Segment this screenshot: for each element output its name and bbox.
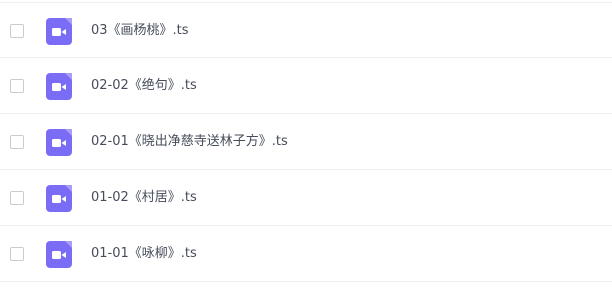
- video-file-icon[interactable]: [46, 129, 72, 156]
- file-name[interactable]: 03《画杨桃》.ts: [91, 21, 189, 41]
- file-row[interactable]: 01-01《咏柳》.ts: [0, 226, 612, 282]
- row-checkbox[interactable]: [10, 79, 24, 93]
- video-file-icon[interactable]: [46, 241, 72, 268]
- file-row[interactable]: 01-02《村居》.ts: [0, 170, 612, 226]
- file-row[interactable]: 03《画杨桃》.ts: [0, 2, 612, 58]
- file-row[interactable]: 02-02《绝句》.ts: [0, 58, 612, 114]
- video-file-icon[interactable]: [46, 73, 72, 100]
- row-checkbox[interactable]: [10, 24, 24, 38]
- row-checkbox[interactable]: [10, 135, 24, 149]
- file-name[interactable]: 02-02《绝句》.ts: [91, 76, 197, 96]
- row-checkbox[interactable]: [10, 191, 24, 205]
- file-name[interactable]: 01-02《村居》.ts: [91, 188, 197, 208]
- file-name[interactable]: 01-01《咏柳》.ts: [91, 244, 197, 264]
- video-file-icon[interactable]: [46, 18, 72, 45]
- row-checkbox[interactable]: [10, 247, 24, 261]
- file-list: 03《画杨桃》.ts 02-02《绝句》.ts 02-01《晓出净慈寺送林子方》…: [0, 0, 612, 291]
- file-name[interactable]: 02-01《晓出净慈寺送林子方》.ts: [91, 132, 288, 152]
- video-file-icon[interactable]: [46, 185, 72, 212]
- file-row[interactable]: 02-01《晓出净慈寺送林子方》.ts: [0, 114, 612, 170]
